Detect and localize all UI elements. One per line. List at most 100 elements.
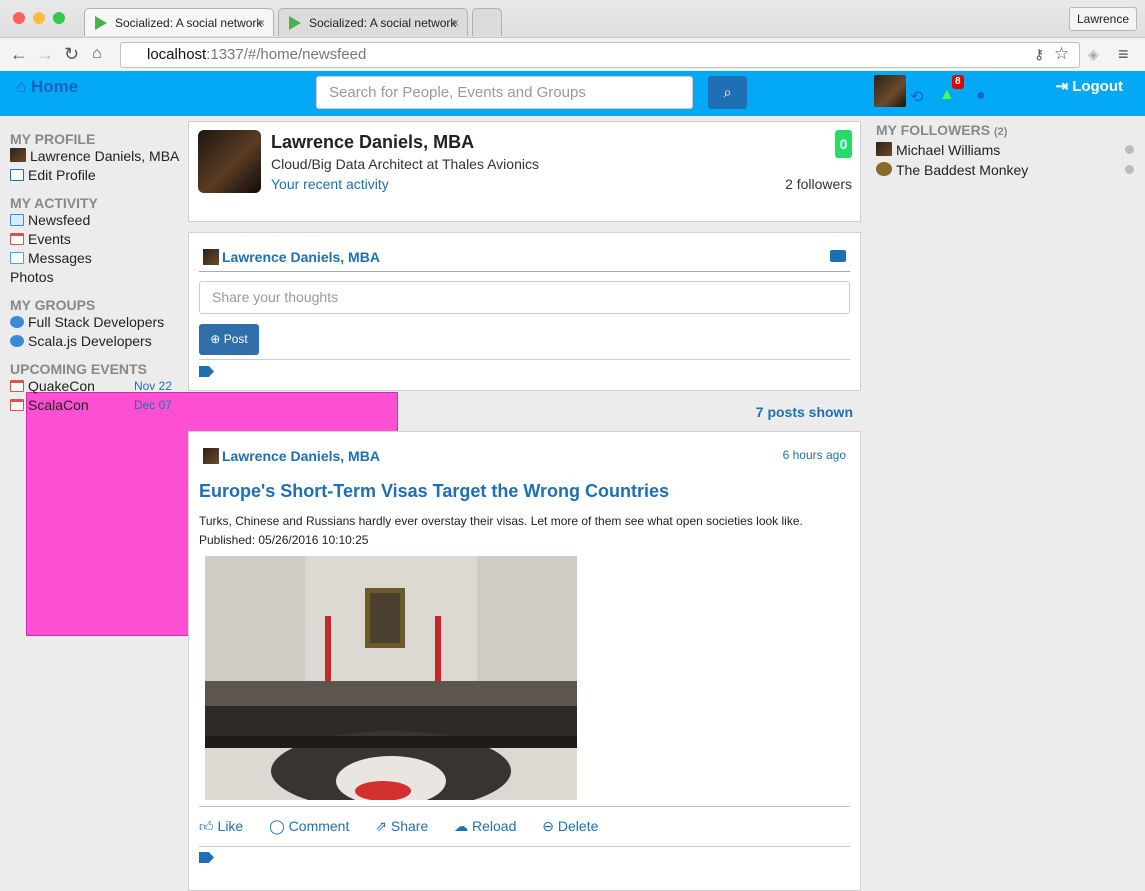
- browser-tab-active[interactable]: Socialized: A social network ×: [84, 8, 274, 36]
- address-bar[interactable]: localhost:1337/#/home/newsfeed: [120, 42, 1080, 68]
- back-arrow-icon[interactable]: ←: [10, 44, 28, 64]
- profile-user-button[interactable]: Lawrence: [1068, 7, 1137, 31]
- compose-author[interactable]: Lawrence Daniels, MBA: [203, 249, 380, 265]
- sidebar-item-events[interactable]: Events: [10, 230, 178, 249]
- follower-item[interactable]: The Baddest Monkey: [876, 160, 1136, 180]
- right-sidebar: MY FOLLOWERS (2) Michael Williams The Ba…: [876, 122, 1136, 180]
- section-heading: MY PROFILE: [10, 131, 96, 147]
- zoom-window-button[interactable]: [53, 12, 65, 24]
- action-label: Reload: [472, 818, 517, 834]
- action-label: Delete: [557, 818, 599, 834]
- home-icon[interactable]: ⌂: [92, 44, 102, 64]
- event-date: Nov 22: [133, 379, 172, 393]
- close-tab-icon[interactable]: ×: [452, 9, 459, 36]
- browser-toolbar: ← → ↻ ⌂ localhost:1337/#/home/newsfeed ⚷…: [0, 37, 1145, 71]
- users-icon: [10, 316, 24, 328]
- key-icon[interactable]: ⚷: [1034, 44, 1044, 64]
- bell-icon[interactable]: ▲: [939, 87, 957, 103]
- url-host: localhost: [147, 46, 207, 63]
- calendar-icon: [10, 380, 24, 392]
- sidebar-item-label: Newsfeed: [28, 212, 91, 228]
- post-image[interactable]: [205, 556, 577, 800]
- post-time[interactable]: 6 hours ago: [783, 448, 846, 462]
- camera-icon[interactable]: [830, 250, 846, 262]
- followers-heading-count: (2): [993, 126, 1008, 138]
- avatar[interactable]: [874, 75, 906, 107]
- post-headline[interactable]: Europe's Short-Term Visas Target the Wro…: [199, 481, 669, 502]
- sidebar-item-label: Edit Profile: [28, 167, 96, 183]
- sidebar-item-label: Photos: [10, 269, 54, 285]
- reload-button[interactable]: ☁ Reload: [454, 818, 516, 834]
- users-icon: [10, 335, 24, 347]
- sidebar-item-group[interactable]: Scala.js Developers: [10, 332, 178, 351]
- tab-label: Socialized: A social network: [309, 16, 457, 30]
- avatar: [876, 162, 892, 176]
- extension-icon[interactable]: ◈: [1088, 44, 1099, 64]
- divider: [199, 806, 850, 807]
- tags-icon[interactable]: [199, 366, 214, 377]
- avatar: [10, 148, 26, 162]
- new-tab-button[interactable]: [472, 8, 502, 36]
- follower-name: Michael Williams: [896, 142, 1001, 158]
- author-name: Lawrence Daniels, MBA: [222, 448, 380, 464]
- close-window-button[interactable]: [13, 12, 25, 24]
- left-sidebar: MY PROFILE Lawrence Daniels, MBA Edit Pr…: [10, 131, 398, 636]
- menu-icon[interactable]: ≡: [1118, 44, 1129, 64]
- envelope-icon: [10, 252, 24, 264]
- status-dot-icon: [1125, 165, 1134, 174]
- event-name: QuakeCon: [28, 378, 95, 394]
- delete-button[interactable]: ⊖ Delete: [542, 818, 598, 834]
- browser-chrome: Socialized: A social network × Socialize…: [0, 0, 1145, 71]
- chat-icon[interactable]: ●: [976, 87, 986, 105]
- avatar: [876, 142, 892, 156]
- status-dot-icon: [1125, 145, 1134, 154]
- sidebar-item-event[interactable]: ScalaCon Dec 07: [10, 396, 178, 415]
- sidebar-item-messages[interactable]: Messages: [10, 249, 178, 268]
- comment-icon: ◯: [269, 818, 285, 834]
- post-author[interactable]: Lawrence Daniels, MBA: [203, 448, 380, 464]
- section-heading: MY FOLLOWERS: [876, 122, 991, 138]
- avatar: [203, 448, 219, 464]
- follower-item[interactable]: Michael Williams: [876, 140, 1136, 160]
- section-heading: MY ACTIVITY: [10, 195, 98, 211]
- minimize-window-button[interactable]: [33, 12, 45, 24]
- action-label: Like: [217, 818, 244, 834]
- sidebar-item-newsfeed[interactable]: Newsfeed: [10, 211, 178, 230]
- like-button[interactable]: 👍︎ Like: [199, 818, 243, 834]
- action-label: Comment: [288, 818, 350, 834]
- post-card: Lawrence Daniels, MBA 6 hours ago Europe…: [188, 431, 861, 891]
- section-heading: UPCOMING EVENTS: [10, 361, 147, 377]
- followers-count[interactable]: 2 followers: [785, 176, 852, 192]
- author-name: Lawrence Daniels, MBA: [222, 249, 380, 265]
- search-button[interactable]: ⌕: [708, 76, 747, 109]
- sidebar-item-label: Full Stack Developers: [28, 314, 165, 330]
- sidebar-item-photos[interactable]: Photos: [10, 268, 398, 636]
- tags-icon[interactable]: [199, 852, 214, 863]
- share-button[interactable]: ⇗ Share: [375, 818, 428, 834]
- close-tab-icon[interactable]: ×: [258, 9, 265, 36]
- sidebar-item-profile[interactable]: Lawrence Daniels, MBA: [10, 147, 179, 166]
- followers-heading: MY FOLLOWERS (2): [876, 122, 1136, 140]
- forward-arrow-icon[interactable]: →: [36, 44, 54, 64]
- home-link[interactable]: ⌂ Home: [16, 77, 78, 97]
- reload-icon[interactable]: ↻: [64, 44, 79, 64]
- recent-activity-link[interactable]: Your recent activity: [271, 176, 389, 192]
- play-icon: [95, 16, 107, 30]
- avatar[interactable]: [198, 130, 261, 193]
- sidebar-item-edit-profile[interactable]: Edit Profile: [10, 166, 178, 185]
- newspaper-icon: [10, 214, 24, 226]
- calendar-icon: [10, 399, 24, 411]
- home-icon: ⌂: [16, 77, 27, 96]
- bookmark-star-icon[interactable]: ☆: [1054, 44, 1069, 64]
- logout-button[interactable]: ⇥ Logout: [1055, 77, 1123, 95]
- link-icon[interactable]: ⟲: [910, 87, 923, 107]
- search-input[interactable]: Search for People, Events and Groups: [316, 76, 693, 109]
- browser-tab[interactable]: Socialized: A social network ×: [278, 8, 468, 36]
- sidebar-item-label: Messages: [28, 250, 92, 266]
- sidebar-item-event[interactable]: QuakeCon Nov 22: [10, 377, 178, 396]
- home-label: Home: [31, 77, 79, 96]
- sidebar-item-group[interactable]: Full Stack Developers: [10, 313, 178, 332]
- post-input[interactable]: Share your thoughts: [199, 281, 850, 314]
- post-button[interactable]: ⊕ Post: [199, 324, 259, 355]
- comment-button[interactable]: ◯ Comment: [269, 818, 349, 834]
